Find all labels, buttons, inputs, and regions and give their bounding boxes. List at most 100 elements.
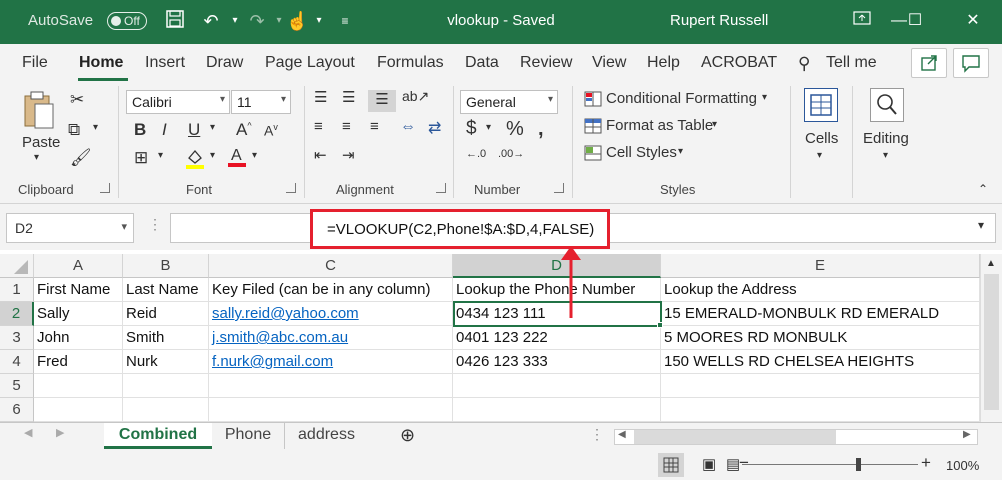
cell-c3-link[interactable]: j.smith@abc.com.au [209,326,453,350]
zoom-level[interactable]: 100% [946,458,979,473]
ribbon-display-icon[interactable] [847,10,877,32]
user-name[interactable]: Rupert Russell [670,12,768,29]
expand-formula-bar-icon[interactable]: ▾ [978,218,984,232]
zoom-in-icon[interactable]: + [921,453,931,473]
underline-icon[interactable]: U [188,120,200,140]
increase-decimal-icon[interactable]: ←.0 [466,148,486,160]
cell-empty[interactable] [34,398,123,422]
bold-icon[interactable]: B [134,120,146,140]
fill-handle[interactable] [657,322,663,328]
horizontal-scroll-thumb[interactable] [634,430,836,444]
row-header[interactable]: 3 [0,326,34,350]
cell-a1[interactable]: First Name [34,278,123,302]
merge-center-icon[interactable]: ⇄ [428,118,441,138]
cell-c2-link[interactable]: sally.reid@yahoo.com [209,302,453,326]
prev-sheet-icon[interactable]: ◀ [24,426,32,439]
tab-home[interactable]: Home [79,54,123,72]
select-all-corner[interactable] [0,254,34,278]
cell-a2[interactable]: Sally [34,302,123,326]
increase-indent-icon[interactable]: ⇥ [342,146,355,164]
cell-a3[interactable]: John [34,326,123,350]
sheet-tab-phone[interactable]: Phone [214,423,282,449]
comments-button[interactable] [953,48,989,78]
copy-dropdown-icon[interactable]: ▾ [93,122,98,133]
clipboard-launcher-icon[interactable] [100,183,110,193]
font-name-select[interactable]: Calibri ▾ [126,90,230,114]
cell-empty[interactable] [209,398,453,422]
cell-e3[interactable]: 5 MOORES RD MONBULK [661,326,980,350]
align-left-icon[interactable]: ≡ [314,118,323,135]
row-header-selected[interactable]: 2 [0,302,34,326]
sheet-tab-address[interactable]: address [284,423,368,449]
cell-e1[interactable]: Lookup the Address [661,278,980,302]
add-sheet-icon[interactable]: ⊕ [400,425,415,446]
cell-a4[interactable]: Fred [34,350,123,374]
cell-d3[interactable]: 0401 123 222 [453,326,661,350]
collapse-ribbon-icon[interactable]: ⌃ [978,182,988,196]
row-header[interactable]: 4 [0,350,34,374]
row-header[interactable]: 6 [0,398,34,422]
cell-b4[interactable]: Nurk [123,350,209,374]
italic-icon[interactable]: I [162,120,167,140]
tell-me-search[interactable]: Tell me [826,54,877,72]
sheet-tab-combined[interactable]: Combined [104,423,212,449]
decrease-indent-icon[interactable]: ⇤ [314,146,327,164]
cell-empty[interactable] [661,374,980,398]
next-sheet-icon[interactable]: ▶ [56,426,64,439]
tab-draw[interactable]: Draw [206,54,243,72]
tab-view[interactable]: View [592,54,626,72]
paste-dropdown-icon[interactable]: ▾ [34,152,39,163]
page-layout-view-icon[interactable]: ▣ [702,455,716,473]
cut-icon[interactable]: ✂ [70,90,84,110]
name-box[interactable]: D2 ▾ [6,213,134,243]
formula-text[interactable]: =VLOOKUP(C2,Phone!$A:$D,4,FALSE) [327,221,594,238]
search-icon[interactable]: ⚲ [798,54,810,74]
maximize-icon[interactable]: ☐ [900,10,930,32]
align-middle-icon[interactable]: ☰ [342,88,355,106]
underline-dropdown-icon[interactable]: ▾ [210,122,215,133]
row-header[interactable]: 5 [0,374,34,398]
font-size-select[interactable]: 11 ▾ [231,90,291,114]
cell-d4[interactable]: 0426 123 333 [453,350,661,374]
cell-b3[interactable]: Smith [123,326,209,350]
font-launcher-icon[interactable] [286,183,296,193]
scroll-up-icon[interactable]: ▲ [986,258,996,269]
tab-insert[interactable]: Insert [145,54,185,72]
cell-e4[interactable]: 150 WELLS RD CHELSEA HEIGHTS [661,350,980,374]
column-header[interactable]: C [209,254,453,278]
cell-empty[interactable] [34,374,123,398]
cell-d1[interactable]: Lookup the Phone Number [453,278,661,302]
fill-color-dropdown-icon[interactable]: ▾ [210,150,215,161]
tab-data[interactable]: Data [465,54,499,72]
vertical-scroll-thumb[interactable] [984,274,999,410]
cell-empty[interactable] [661,398,980,422]
copy-icon[interactable]: ⧉ [68,120,80,140]
cell-b2[interactable]: Reid [123,302,209,326]
scroll-right-icon[interactable]: ▶ [963,429,971,440]
tab-review[interactable]: Review [520,54,572,72]
normal-view-button[interactable] [658,453,684,477]
percent-icon[interactable]: % [506,118,524,141]
cell-empty[interactable] [453,398,661,422]
tab-help[interactable]: Help [647,54,680,72]
scroll-left-icon[interactable]: ◀ [618,429,626,440]
cell-empty[interactable] [209,374,453,398]
decrease-decimal-icon[interactable]: .00→ [498,148,524,160]
number-launcher-icon[interactable] [554,183,564,193]
row-header[interactable]: 1 [0,278,34,302]
cell-e2[interactable]: 15 EMERALD-MONBULK RD EMERALD [661,302,980,326]
tab-file[interactable]: File [22,54,48,72]
font-color-icon[interactable]: A [226,144,248,173]
cell-empty[interactable] [123,374,209,398]
borders-dropdown-icon[interactable]: ▾ [158,150,163,161]
format-painter-icon[interactable]: 🖌 [70,148,92,168]
decrease-font-size-icon[interactable]: Av [264,122,278,139]
cell-b1[interactable]: Last Name [123,278,209,302]
cell-empty[interactable] [123,398,209,422]
column-header[interactable]: B [123,254,209,278]
number-format-select[interactable]: General ▾ [460,90,558,114]
cell-c1[interactable]: Key Filed (can be in any column) [209,278,453,302]
wrap-text-icon[interactable]: ⇔ [400,118,416,136]
borders-icon[interactable]: ⊞ [134,148,148,168]
orientation-icon[interactable]: ab↗ [402,88,429,105]
